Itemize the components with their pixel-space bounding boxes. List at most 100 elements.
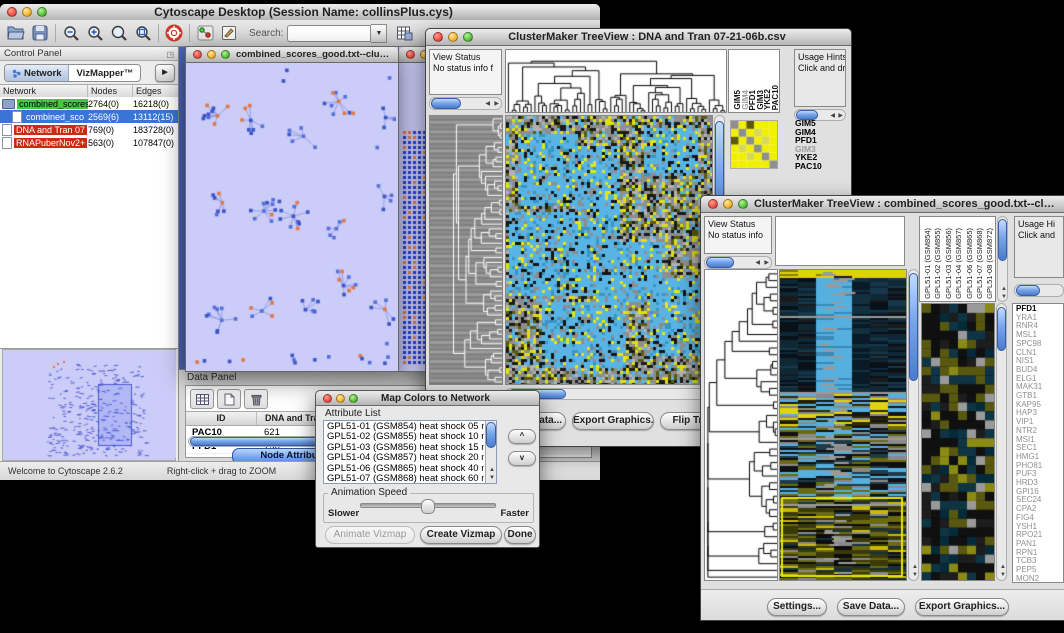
tv1-heatmap[interactable] [505, 115, 713, 385]
tv2-heatmap[interactable] [779, 269, 907, 581]
attribute-list[interactable]: ▲▼ GPL51-01 (GSM854) heat shock 05 minGP… [323, 420, 497, 484]
attribute-list-item[interactable]: GPL51-02 (GSM855) heat shock 10 min [327, 432, 484, 442]
network-tab-icon [12, 69, 21, 78]
minimize-button[interactable] [448, 32, 458, 42]
close-button[interactable] [323, 394, 332, 403]
main-window-title: Cytoscape Desktop (Session Name: collins… [47, 5, 560, 19]
done-button[interactable]: Done [504, 526, 536, 544]
status-hint-zoom: Right-click + drag to ZOOM [167, 467, 276, 476]
close-button[interactable] [708, 199, 718, 209]
search-dropdown-button[interactable]: ▼ [371, 24, 387, 43]
gene-label[interactable]: MON2 [1016, 575, 1063, 583]
tv1-column-label: PAC10 [771, 85, 780, 110]
network-name: combined_sco [24, 112, 86, 122]
zoom-button[interactable] [349, 394, 358, 403]
tv2-settings-button[interactable]: Settings... [767, 598, 827, 616]
tv2-usage-scrollbar[interactable] [1014, 284, 1064, 297]
tv2-column-labels: GPL51-01 (GSM854)GPL51-02 (GSM855)GPL51-… [919, 216, 996, 302]
network-list-row[interactable]: RNAPuberNov2+563(0)107847(0) [0, 136, 178, 149]
status-welcome: Welcome to Cytoscape 2.6.2 [8, 467, 123, 476]
zoom-button[interactable] [37, 7, 47, 17]
tv2-save-data-button[interactable]: Save Data... [837, 598, 905, 616]
move-down-button[interactable]: v [508, 451, 536, 466]
tv2-row-dendrogram[interactable] [704, 269, 778, 581]
main-titlebar[interactable]: Cytoscape Desktop (Session Name: collins… [0, 4, 600, 21]
network-name: RNAPuberNov2+ [14, 138, 87, 148]
tv2-gene-list[interactable]: PFD1YRA1RNR4MSL1SPC98CLN1NIS1BUD4ELG1MAK… [1012, 303, 1064, 583]
float-panel-icon[interactable]: ◳ [166, 48, 174, 62]
network-list-row[interactable]: combined_sco2569(6)13112(15) [0, 110, 178, 123]
control-panel-tabs: Network VizMapper™ [4, 64, 141, 82]
tv2-column-label: GPL51-06 (GSM865) [965, 228, 974, 299]
zoom-in-icon[interactable] [83, 22, 107, 44]
animate-vizmap-button[interactable]: Animate Vizmap [325, 526, 415, 544]
tv2-zoom-heatmap[interactable] [921, 303, 995, 581]
tv2-export-graphics-button[interactable]: Export Graphics... [915, 598, 1009, 616]
animation-speed-label: Animation Speed [328, 487, 410, 498]
tab-vizmapper[interactable]: VizMapper™ [69, 65, 140, 81]
network-list: combined_scores2764(0)16218(0)combined_s… [0, 97, 178, 149]
tv1-status-scrollbar[interactable]: ◀▶ [429, 97, 502, 110]
vizmapper-icon[interactable] [193, 22, 217, 44]
zoom-fit-icon[interactable] [107, 22, 131, 44]
tv2-column-dendrogram[interactable] [775, 216, 905, 266]
attribute-table-icon[interactable] [190, 389, 214, 409]
tab-overflow-button[interactable]: ▶ [155, 64, 175, 82]
network-canvas[interactable] [186, 63, 396, 370]
minimize-button[interactable] [723, 199, 733, 209]
folder-icon [2, 99, 15, 109]
annotation-icon[interactable] [217, 22, 241, 44]
tab-network[interactable]: Network [5, 65, 69, 81]
zoom-button[interactable] [221, 50, 230, 59]
tv2-column-labels-scrollbar[interactable]: ▲▼ [997, 216, 1008, 302]
zoom-out-icon[interactable] [59, 22, 83, 44]
network-list-row[interactable]: DNA and Tran 07769(0)183728(0) [0, 123, 178, 136]
tv2-column-label: GPL51-01 (GSM854) [923, 228, 932, 299]
slower-label: Slower [328, 508, 359, 519]
tv1-mini-heatmap[interactable] [730, 120, 778, 169]
create-vizmap-button[interactable]: Create Vizmap [420, 526, 502, 544]
tv2-column-label: GPL51-02 (GSM855) [933, 228, 942, 299]
help-icon[interactable] [162, 22, 186, 44]
open-session-button[interactable] [4, 22, 28, 44]
tv1-row-label[interactable]: PAC10 [795, 162, 847, 171]
tv1-column-dendrogram[interactable] [505, 49, 727, 113]
save-session-button[interactable] [28, 22, 52, 44]
network-overview-panel[interactable] [2, 349, 176, 461]
delete-attribute-icon[interactable] [244, 389, 268, 409]
tv2-zoom-vscrollbar[interactable]: ▲▼ [996, 303, 1007, 581]
attribute-list-item[interactable]: GPL51-03 (GSM856) heat shock 15 min [327, 443, 484, 453]
minimize-button[interactable] [336, 394, 345, 403]
tv2-column-label: GPL51-03 (GSM856) [944, 228, 953, 299]
attribute-list-item[interactable]: GPL51-01 (GSM854) heat shock 05 min [327, 422, 484, 432]
doc-icon [2, 137, 12, 149]
new-attribute-icon[interactable] [217, 389, 241, 409]
slider-thumb[interactable] [421, 499, 435, 514]
zoom-selected-icon[interactable] [131, 22, 155, 44]
attribute-list-item[interactable]: GPL51-06 (GSM865) heat shock 40 min [327, 464, 484, 474]
zoom-button[interactable] [463, 32, 473, 42]
zoom-button[interactable] [738, 199, 748, 209]
tv2-button-bar: Settings... Save Data... Export Graphics… [701, 589, 1064, 620]
move-up-button[interactable]: ^ [508, 429, 536, 444]
tv2-column-label: GPL51-07 (GSM868) [975, 228, 984, 299]
tv1-export-graphics-button[interactable]: Export Graphics... [572, 412, 654, 430]
treeview2-title: ClusterMaker TreeView : combined_scores_… [748, 198, 1064, 210]
tv1-row-dendrogram[interactable] [429, 115, 503, 385]
search-input[interactable] [287, 25, 371, 42]
close-button[interactable] [406, 50, 415, 59]
minimize-button[interactable] [22, 7, 32, 17]
close-button[interactable] [193, 50, 202, 59]
close-button[interactable] [433, 32, 443, 42]
attribute-list-item[interactable]: GPL51-07 (GSM868) heat shock 60 min [327, 474, 484, 484]
tv2-status-scrollbar[interactable]: ◀▶ [704, 256, 772, 269]
attribute-list-scrollbar[interactable]: ▲▼ [485, 421, 496, 483]
close-button[interactable] [7, 7, 17, 17]
minimize-button[interactable] [207, 50, 216, 59]
tv2-heatmap-vscrollbar[interactable]: ▲▼ [908, 269, 919, 581]
faster-label: Faster [500, 508, 529, 519]
animation-speed-slider[interactable] [360, 503, 496, 508]
import-table-icon[interactable] [392, 22, 416, 44]
attribute-list-item[interactable]: GPL51-04 (GSM857) heat shock 20 min [327, 453, 484, 463]
network-list-row[interactable]: combined_scores2764(0)16218(0) [0, 97, 178, 110]
